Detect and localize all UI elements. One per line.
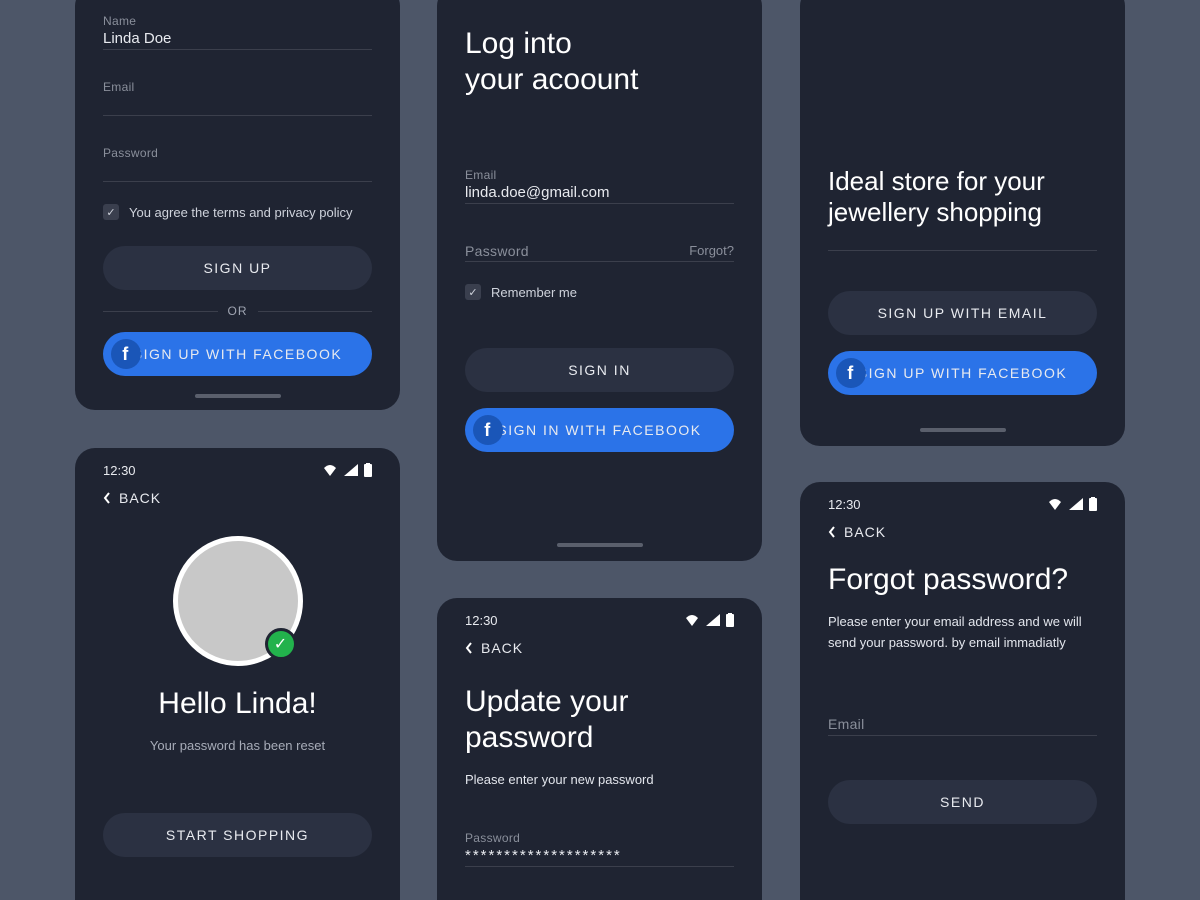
name-label: Name bbox=[103, 14, 372, 28]
wifi-icon bbox=[1047, 498, 1063, 510]
chevron-left-icon bbox=[103, 492, 111, 504]
facebook-icon: f bbox=[836, 358, 866, 388]
forgot-email-field: Email bbox=[828, 714, 1097, 736]
status-time: 12:30 bbox=[103, 463, 136, 478]
email-input[interactable] bbox=[103, 94, 372, 116]
signin-facebook-button[interactable]: f SIGN IN WITH FACEBOOK bbox=[465, 408, 734, 452]
facebook-icon: f bbox=[111, 339, 141, 369]
home-indicator bbox=[920, 428, 1006, 432]
signal-icon bbox=[344, 464, 358, 476]
signin-button[interactable]: SIGN IN bbox=[465, 348, 734, 392]
signup-card: Name Linda Doe Email Password ✓ You agre… bbox=[75, 0, 400, 410]
password-input[interactable] bbox=[103, 160, 372, 182]
back-button[interactable]: BACK bbox=[103, 490, 372, 506]
update-subtitle: Please enter your new password bbox=[465, 770, 734, 791]
checkbox-icon: ✓ bbox=[465, 284, 481, 300]
chevron-left-icon bbox=[828, 526, 836, 538]
landing-facebook-button[interactable]: f SIGN UP WITH FACEBOOK bbox=[828, 351, 1097, 395]
wifi-icon bbox=[322, 464, 338, 476]
password-label: Password bbox=[103, 146, 372, 160]
home-indicator bbox=[195, 394, 281, 398]
forgot-subtitle: Please enter your email address and we w… bbox=[828, 612, 1097, 654]
send-button[interactable]: SEND bbox=[828, 780, 1097, 824]
terms-text: You agree the terms and privacy policy bbox=[129, 205, 353, 220]
name-field: Name Linda Doe bbox=[103, 14, 372, 50]
login-password-input[interactable]: Password Forgot? bbox=[465, 240, 734, 262]
divider bbox=[828, 250, 1097, 251]
status-time: 12:30 bbox=[828, 497, 861, 512]
update-password-input[interactable]: ******************** bbox=[465, 845, 734, 867]
password-field: Password bbox=[103, 146, 372, 182]
remember-checkbox-row[interactable]: ✓ Remember me bbox=[465, 284, 734, 300]
login-password-field: Password Forgot? bbox=[465, 240, 734, 262]
terms-checkbox-row[interactable]: ✓ You agree the terms and privacy policy bbox=[103, 204, 372, 220]
status-time: 12:30 bbox=[465, 613, 498, 628]
update-title: Update your password bbox=[465, 684, 734, 756]
success-check-icon: ✓ bbox=[265, 628, 297, 660]
update-password-field: Password ******************** bbox=[465, 831, 734, 867]
forgot-title: Forgot password? bbox=[828, 562, 1097, 598]
signal-icon bbox=[1069, 498, 1083, 510]
start-shopping-button[interactable]: START SHOPPING bbox=[103, 813, 372, 857]
email-field: Email bbox=[103, 80, 372, 116]
battery-icon bbox=[726, 613, 734, 627]
battery-icon bbox=[364, 463, 372, 477]
signup-facebook-button[interactable]: f SIGN UP WITH FACEBOOK bbox=[103, 332, 372, 376]
login-title: Log into your acoount bbox=[465, 26, 734, 98]
signup-email-button[interactable]: SIGN UP WITH EMAIL bbox=[828, 291, 1097, 335]
signup-button[interactable]: SIGN UP bbox=[103, 246, 372, 290]
name-input[interactable]: Linda Doe bbox=[103, 28, 372, 50]
status-bar: 12:30 bbox=[465, 606, 734, 634]
welcome-title: Hello Linda! bbox=[103, 686, 372, 722]
forgot-email-label: Email bbox=[828, 716, 865, 732]
login-password-label: Password bbox=[465, 243, 529, 259]
landing-title: Ideal store for your jewellery shopping bbox=[828, 166, 1097, 228]
signal-icon bbox=[706, 614, 720, 626]
forgot-password-card: 12:30 BACK Forgot password? Please enter… bbox=[800, 482, 1125, 900]
home-indicator bbox=[557, 543, 643, 547]
or-divider: OR bbox=[103, 304, 372, 318]
landing-card: Ideal store for your jewellery shopping … bbox=[800, 0, 1125, 446]
forgot-email-input[interactable]: Email bbox=[828, 714, 1097, 736]
update-password-label: Password bbox=[465, 831, 734, 845]
remember-text: Remember me bbox=[491, 285, 577, 300]
forgot-link[interactable]: Forgot? bbox=[689, 243, 734, 258]
welcome-subtitle: Your password has been reset bbox=[103, 736, 372, 757]
status-bar: 12:30 bbox=[828, 490, 1097, 518]
back-button[interactable]: BACK bbox=[828, 524, 1097, 540]
or-label: OR bbox=[228, 304, 248, 318]
update-password-card: 12:30 BACK Update your password Please e… bbox=[437, 598, 762, 900]
status-bar: 12:30 bbox=[103, 456, 372, 484]
login-email-field: Email linda.doe@gmail.com bbox=[465, 168, 734, 204]
avatar: ✓ bbox=[173, 536, 303, 666]
wifi-icon bbox=[684, 614, 700, 626]
login-email-input[interactable]: linda.doe@gmail.com bbox=[465, 182, 734, 204]
welcome-card: 12:30 BACK ✓ Hello Linda! Your password … bbox=[75, 448, 400, 900]
back-button[interactable]: BACK bbox=[465, 640, 734, 656]
chevron-left-icon bbox=[465, 642, 473, 654]
facebook-icon: f bbox=[473, 415, 503, 445]
login-card: Log into your acoount Email linda.doe@gm… bbox=[437, 0, 762, 561]
battery-icon bbox=[1089, 497, 1097, 511]
checkbox-icon: ✓ bbox=[103, 204, 119, 220]
login-email-label: Email bbox=[465, 168, 734, 182]
email-label: Email bbox=[103, 80, 372, 94]
